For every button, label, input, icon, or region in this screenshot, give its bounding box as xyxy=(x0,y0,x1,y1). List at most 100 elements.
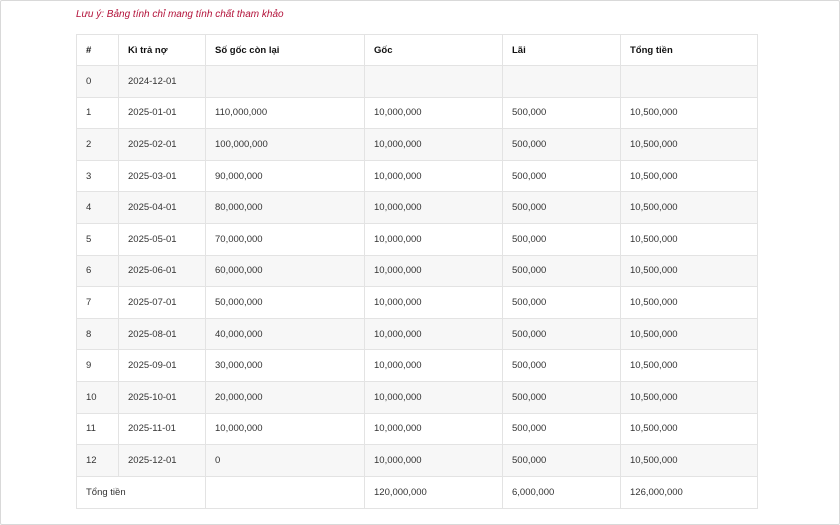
table-row: 6 2025-06-01 60,000,000 10,000,000 500,000 10… xyxy=(76,254,758,288)
cell-total: 10,500,000 xyxy=(620,380,758,414)
header-principal: Gốc xyxy=(364,34,503,66)
cell-total: 10,500,000 xyxy=(620,349,758,382)
table-row: 4 2025-04-01 80,000,000 10,000,000 500,000 10… xyxy=(76,191,758,224)
cell-period: 2024-12-01 xyxy=(118,65,206,98)
cell-total: 10,500,000 xyxy=(620,191,758,224)
cell-period: 2025-08-01 xyxy=(118,317,206,351)
cell-total: 10,500,000 xyxy=(620,128,758,161)
cell-total: 10,500,000 xyxy=(620,412,758,446)
cell-index: 5 xyxy=(76,222,119,256)
cell-period: 2025-02-01 xyxy=(118,128,206,161)
table-row: 8 2025-08-01 40,000,000 10,000,000 500,000 10… xyxy=(76,317,758,351)
cell-period: 2025-06-01 xyxy=(118,254,206,288)
cell-index: 4 xyxy=(76,191,119,224)
cell-index: 0 xyxy=(76,65,119,98)
cell-remaining-principal: 0 xyxy=(205,444,365,477)
cell-index: 11 xyxy=(76,412,119,446)
cell-remaining-principal: 60,000,000 xyxy=(205,254,365,288)
cell-total: 10,500,000 xyxy=(620,96,758,130)
cell-principal: 10,000,000 xyxy=(364,96,503,130)
cell-period: 2025-12-01 xyxy=(118,444,206,477)
cell-interest: 500,000 xyxy=(502,380,621,414)
cell-period: 2025-07-01 xyxy=(118,286,206,319)
cell-remaining-principal: 90,000,000 xyxy=(205,159,365,193)
cell-period: 2025-10-01 xyxy=(118,380,206,414)
cell-index: 12 xyxy=(76,444,119,477)
cell-period: 2025-11-01 xyxy=(118,412,206,446)
cell-total: 10,500,000 xyxy=(620,444,758,477)
cell-total: 10,500,000 xyxy=(620,254,758,288)
cell-principal: 10,000,000 xyxy=(364,317,503,351)
header-total: Tổng tiền xyxy=(620,34,758,66)
table-body: 0 2024-12-01 1 2025-01-01 110,000,000 10,000,… xyxy=(76,65,758,477)
cell-interest: 500,000 xyxy=(502,286,621,319)
cell-index: 7 xyxy=(76,286,119,319)
cell-total: 10,500,000 xyxy=(620,286,758,319)
cell-principal xyxy=(364,65,503,98)
cell-principal: 10,000,000 xyxy=(364,222,503,256)
cell-index: 6 xyxy=(76,254,119,288)
table-row: 12 2025-12-01 0 10,000,000 500,000 10,500,000 xyxy=(76,444,758,477)
cell-remaining-principal: 40,000,000 xyxy=(205,317,365,351)
cell-index: 3 xyxy=(76,159,119,193)
header-index: # xyxy=(76,34,119,66)
cell-principal: 10,000,000 xyxy=(364,191,503,224)
cell-index: 10 xyxy=(76,380,119,414)
footer-interest-total: 6,000,000 xyxy=(502,475,621,509)
header-period: Kì trả nợ xyxy=(118,34,206,66)
footer-grand-total: 126,000,000 xyxy=(620,475,758,509)
disclaimer-note: Lưu ý: Bảng tính chỉ mang tính chất tham… xyxy=(76,9,284,20)
cell-remaining-principal: 30,000,000 xyxy=(205,349,365,382)
cell-remaining-principal xyxy=(205,65,365,98)
cell-principal: 10,000,000 xyxy=(364,254,503,288)
cell-total: 10,500,000 xyxy=(620,222,758,256)
cell-total: 10,500,000 xyxy=(620,317,758,351)
cell-period: 2025-04-01 xyxy=(118,191,206,224)
table-row: 3 2025-03-01 90,000,000 10,000,000 500,000 10… xyxy=(76,159,758,193)
cell-period: 2025-01-01 xyxy=(118,96,206,130)
cell-interest: 500,000 xyxy=(502,444,621,477)
footer-label: Tổng tiền xyxy=(76,475,206,509)
cell-interest: 500,000 xyxy=(502,222,621,256)
cell-interest: 500,000 xyxy=(502,349,621,382)
cell-period: 2025-03-01 xyxy=(118,159,206,193)
table-row: 2 2025-02-01 100,000,000 10,000,000 500,000 1… xyxy=(76,128,758,161)
cell-principal: 10,000,000 xyxy=(364,286,503,319)
cell-principal: 10,000,000 xyxy=(364,159,503,193)
cell-interest xyxy=(502,65,621,98)
table-footer-row: Tổng tiền 120,000,000 6,000,000 126,000,… xyxy=(76,475,758,509)
cell-total xyxy=(620,65,758,98)
cell-principal: 10,000,000 xyxy=(364,412,503,446)
cell-period: 2025-05-01 xyxy=(118,222,206,256)
table-row: 5 2025-05-01 70,000,000 10,000,000 500,000 10… xyxy=(76,222,758,256)
cell-index: 2 xyxy=(76,128,119,161)
footer-empty-remaining xyxy=(205,475,365,509)
cell-principal: 10,000,000 xyxy=(364,128,503,161)
cell-total: 10,500,000 xyxy=(620,159,758,193)
cell-remaining-principal: 110,000,000 xyxy=(205,96,365,130)
cell-interest: 500,000 xyxy=(502,412,621,446)
table-row: 7 2025-07-01 50,000,000 10,000,000 500,000 10… xyxy=(76,286,758,319)
cell-index: 1 xyxy=(76,96,119,130)
cell-remaining-principal: 20,000,000 xyxy=(205,380,365,414)
cell-remaining-principal: 10,000,000 xyxy=(205,412,365,446)
table-header-row: # Kì trả nợ Số gốc còn lại Gốc Lãi Tổng … xyxy=(76,34,758,66)
cell-principal: 10,000,000 xyxy=(364,380,503,414)
cell-index: 9 xyxy=(76,349,119,382)
table-row: 10 2025-10-01 20,000,000 10,000,000 500,000 1… xyxy=(76,380,758,414)
table-row: 11 2025-11-01 10,000,000 10,000,000 500,000 1… xyxy=(76,412,758,446)
cell-interest: 500,000 xyxy=(502,96,621,130)
table-row: 0 2024-12-01 xyxy=(76,65,758,98)
cell-principal: 10,000,000 xyxy=(364,349,503,382)
cell-interest: 500,000 xyxy=(502,254,621,288)
header-interest: Lãi xyxy=(502,34,621,66)
cell-interest: 500,000 xyxy=(502,128,621,161)
cell-interest: 500,000 xyxy=(502,159,621,193)
cell-index: 8 xyxy=(76,317,119,351)
table-row: 1 2025-01-01 110,000,000 10,000,000 500,000 1… xyxy=(76,96,758,130)
cell-remaining-principal: 50,000,000 xyxy=(205,286,365,319)
cell-remaining-principal: 70,000,000 xyxy=(205,222,365,256)
table-row: 9 2025-09-01 30,000,000 10,000,000 500,000 10… xyxy=(76,349,758,382)
cell-remaining-principal: 80,000,000 xyxy=(205,191,365,224)
cell-period: 2025-09-01 xyxy=(118,349,206,382)
